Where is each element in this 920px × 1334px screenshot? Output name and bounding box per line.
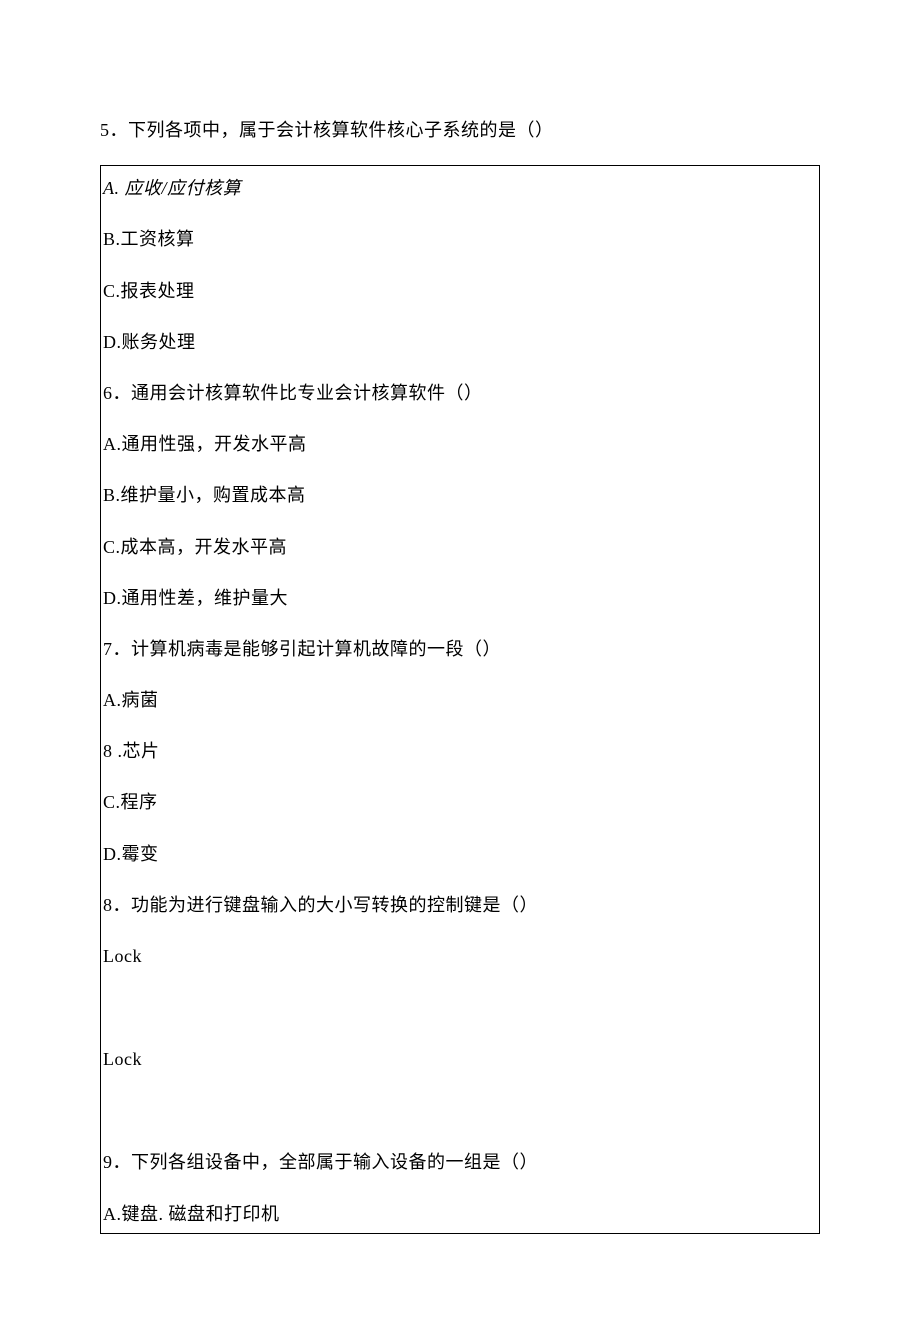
question-9-stem: 9．下列各组设备中，全部属于输入设备的一组是（） — [101, 1150, 819, 1175]
question-7-option-a: A.病菌 — [101, 688, 819, 713]
question-8-option-b: Lock — [101, 1047, 819, 1072]
question-7-option-c: C.程序 — [101, 790, 819, 815]
question-6-option-c: C.成本高，开发水平高 — [101, 535, 819, 560]
question-6-option-b: B.维护量小，购置成本高 — [101, 483, 819, 508]
question-5-option-a: A. 应收/应付核算 — [101, 176, 819, 201]
question-6-option-d: D.通用性差，维护量大 — [101, 586, 819, 611]
blank-gap — [101, 995, 819, 1047]
document-page: 5．下列各项中，属于会计核算软件核心子系统的是（） A. 应收/应付核算 B.工… — [0, 0, 920, 1334]
question-7-stem: 7．计算机病毒是能够引起计算机故障的一段（） — [101, 637, 819, 662]
question-5-stem: 5．下列各项中，属于会计核算软件核心子系统的是（） — [100, 118, 820, 143]
question-box: A. 应收/应付核算 B.工资核算 C.报表处理 D.账务处理 6．通用会计核算… — [100, 165, 820, 1234]
question-9-option-a: A.键盘. 磁盘和打印机 — [101, 1202, 819, 1227]
question-8-stem: 8．功能为进行键盘输入的大小写转换的控制键是（） — [101, 893, 819, 918]
question-5-option-b: B.工资核算 — [101, 227, 819, 252]
question-5-option-c: C.报表处理 — [101, 279, 819, 304]
question-8-option-a: Lock — [101, 944, 819, 969]
option-a-italic: A. 应收/应付核算 — [103, 178, 241, 198]
question-6-option-a: A.通用性强，开发水平高 — [101, 432, 819, 457]
question-6-stem: 6．通用会计核算软件比专业会计核算软件（） — [101, 381, 819, 406]
question-7-option-d: D.霉变 — [101, 842, 819, 867]
blank-gap — [101, 1098, 819, 1150]
question-5-option-d: D.账务处理 — [101, 330, 819, 355]
question-7-option-b: 8 .芯片 — [101, 739, 819, 764]
